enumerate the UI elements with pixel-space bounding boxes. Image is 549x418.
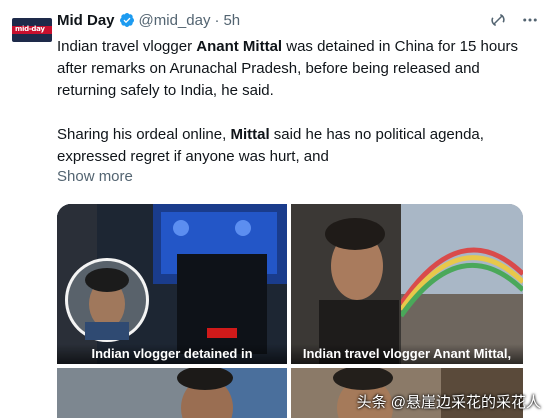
- media-image-1-art: [57, 204, 287, 364]
- media-caption-1: Indian vlogger detained in: [57, 344, 287, 364]
- media-image-3[interactable]: [57, 368, 287, 418]
- tweet-paragraph-1: Indian travel vlogger Anant Mittal was d…: [57, 38, 519, 99]
- avatar-logo-text: mid-day: [15, 25, 45, 33]
- media-image-2-art: [291, 204, 523, 364]
- tweet-text: Indian travel vlogger Anant Mittal was d…: [57, 36, 535, 168]
- author-handle[interactable]: @mid_day: [139, 12, 211, 29]
- media-image-1[interactable]: Indian vlogger detained in: [57, 204, 287, 364]
- tweet-timestamp[interactable]: 5h: [223, 12, 240, 29]
- header-separator: ·: [214, 11, 220, 29]
- show-more-link[interactable]: Show more: [57, 168, 133, 185]
- grok-icon[interactable]: [489, 11, 507, 29]
- watermark: 头条 @悬崖边采花的采花人: [356, 394, 541, 411]
- media-caption-2: Indian travel vlogger Anant Mittal,: [291, 344, 523, 364]
- verified-badge-icon: [119, 13, 134, 27]
- tweet-paragraph-2: Sharing his ordeal online, Mittal said h…: [57, 126, 484, 165]
- media-image-3-art: [57, 368, 287, 418]
- tweet-header: Mid Day @mid_day · 5h: [57, 9, 539, 31]
- media-image-2[interactable]: Indian travel vlogger Anant Mittal,: [291, 204, 523, 364]
- author-avatar[interactable]: mid-day: [12, 18, 52, 42]
- media-grid: Indian vlogger detained in Indian travel…: [57, 204, 523, 418]
- highlight-name: Anant Mittal: [196, 38, 283, 55]
- more-options-icon[interactable]: [521, 11, 539, 29]
- highlight-name: Mittal: [230, 126, 270, 143]
- author-name[interactable]: Mid Day: [57, 12, 115, 29]
